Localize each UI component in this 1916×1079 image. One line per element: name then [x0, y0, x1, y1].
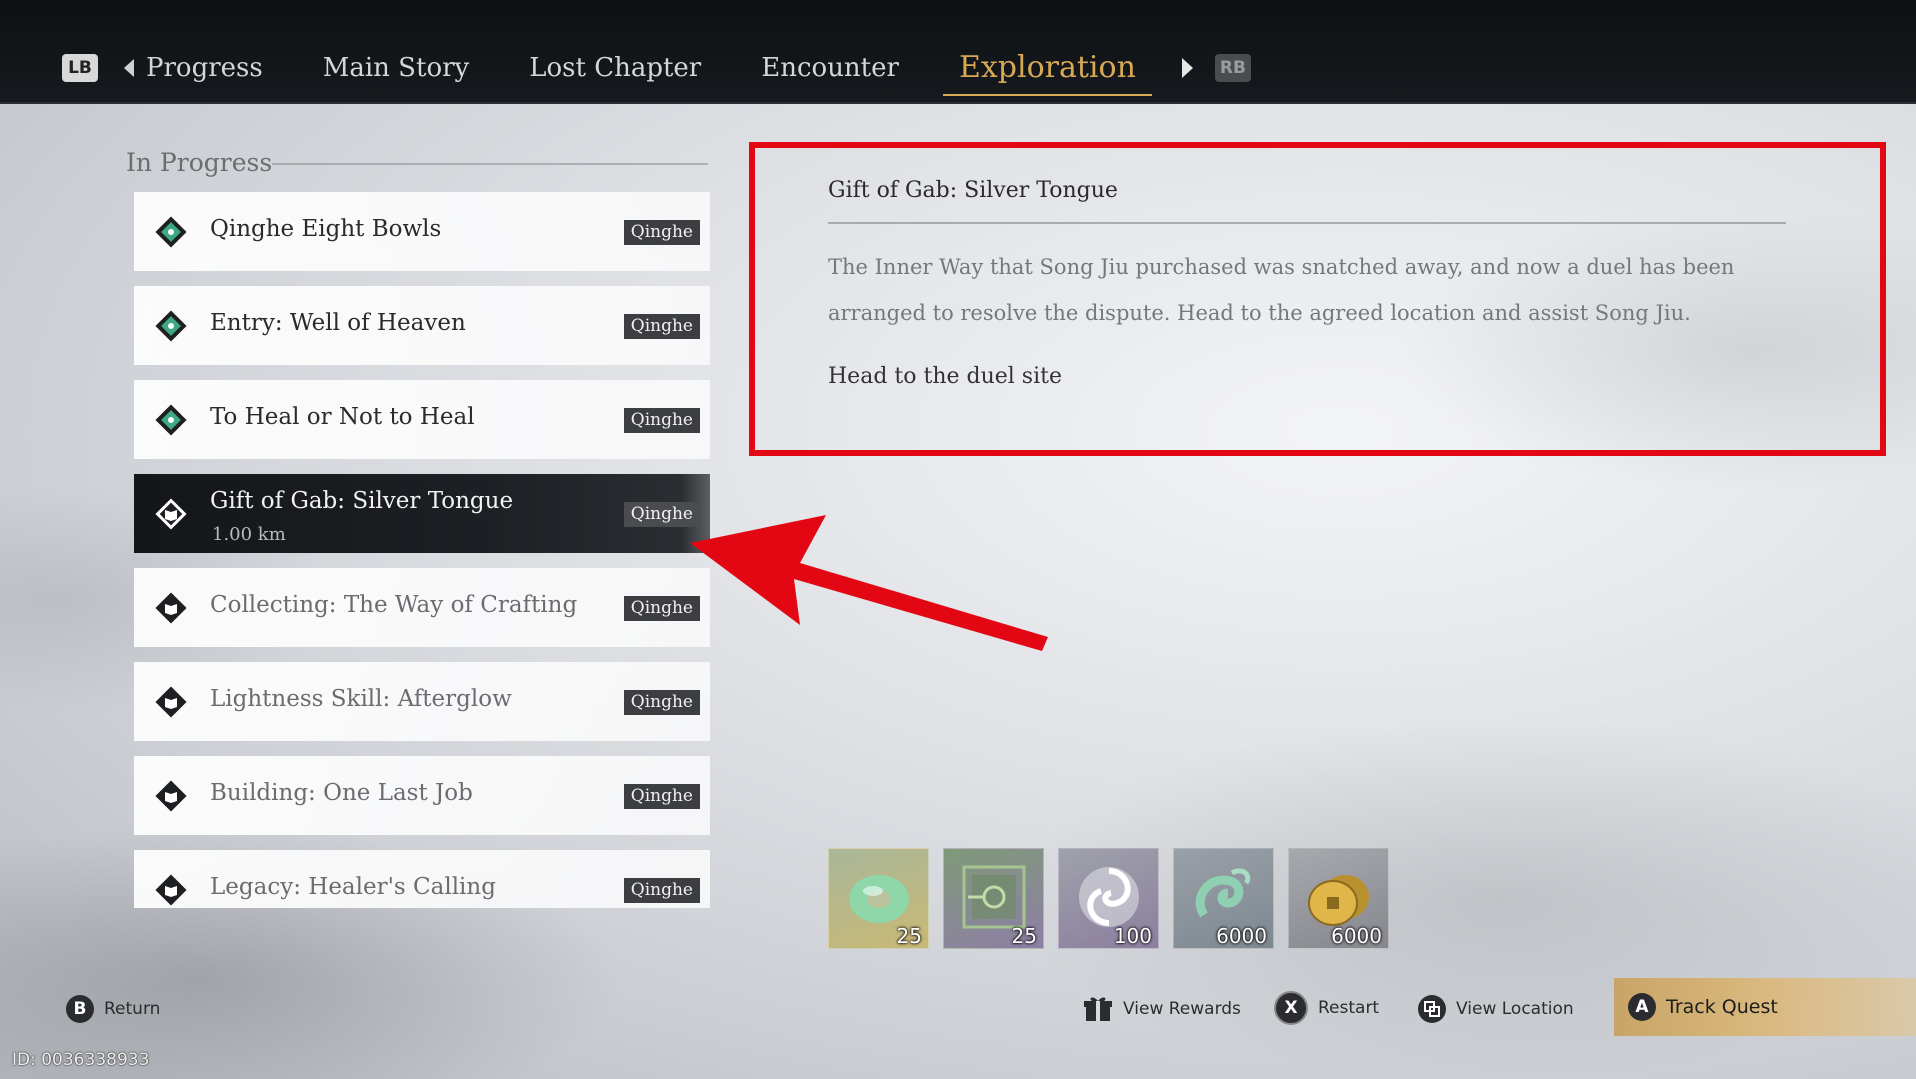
region-tag: Qinghe — [623, 784, 700, 809]
reward-slot[interactable]: 6000 — [1288, 848, 1389, 949]
view-location-button[interactable]: View Location — [1418, 995, 1574, 1023]
region-tag: Qinghe — [623, 690, 700, 715]
quest-title: Collecting: The Way of Crafting — [210, 592, 578, 618]
view-rewards-label: View Rewards — [1123, 999, 1241, 1019]
quest-book-diamond-icon — [155, 686, 187, 718]
quest-diamond-icon — [155, 216, 187, 248]
a-button-icon: A — [1628, 993, 1656, 1021]
region-tag: Qinghe — [623, 878, 700, 903]
b-button-icon: B — [66, 995, 94, 1023]
lb-button[interactable]: LB — [62, 54, 98, 82]
quest-title: Gift of Gab: Silver Tongue — [210, 488, 514, 514]
tab-lost-chapter[interactable]: Lost Chapter — [499, 48, 731, 88]
return-label: Return — [104, 999, 161, 1019]
reward-slot[interactable]: 25 — [943, 848, 1044, 949]
tab-main-story[interactable]: Main Story — [293, 48, 499, 88]
region-tag: Qinghe — [623, 596, 700, 621]
quest-book-diamond-icon — [155, 592, 187, 624]
quest-title: Qinghe Eight Bowls — [210, 216, 442, 242]
x-button-icon: X — [1274, 991, 1308, 1025]
view-button-icon — [1418, 995, 1446, 1023]
quest-item-collecting-way-of-crafting[interactable]: Collecting: The Way of Crafting Qinghe — [134, 568, 710, 647]
tab-encounter[interactable]: Encounter — [731, 48, 929, 88]
quest-item-lightness-skill-afterglow[interactable]: Lightness Skill: Afterglow Qinghe — [134, 662, 710, 741]
reward-quantity: 6000 — [1331, 924, 1382, 948]
track-quest-label: Track Quest — [1666, 996, 1778, 1018]
tab-progress[interactable]: Progress — [146, 48, 293, 88]
reward-quantity: 25 — [896, 924, 922, 948]
detail-description: The Inner Way that Song Jiu purchased wa… — [828, 255, 1735, 325]
track-quest-button[interactable]: A Track Quest — [1614, 978, 1916, 1036]
reward-slot[interactable]: 25 — [828, 848, 929, 949]
view-rewards-button[interactable]: View Rewards — [1083, 995, 1241, 1023]
reward-quantity: 25 — [1011, 924, 1037, 948]
overlap-squares-icon — [1424, 1001, 1440, 1017]
quest-item-building-one-last-job[interactable]: Building: One Last Job Qinghe — [134, 756, 710, 835]
quest-item-entry-well-of-heaven[interactable]: Entry: Well of Heaven Qinghe — [134, 286, 710, 365]
region-tag: Qinghe — [623, 408, 700, 433]
rewards-row: 25 25 100 6000 6000 — [828, 848, 1389, 949]
view-location-label: View Location — [1456, 999, 1574, 1019]
rb-button[interactable]: RB — [1214, 54, 1251, 82]
quest-diamond-icon — [155, 404, 187, 436]
red-arrow-annotation — [690, 515, 1048, 651]
reward-quantity: 100 — [1113, 924, 1152, 948]
return-button[interactable]: B Return — [66, 995, 160, 1023]
player-id: ID: 0036338933 — [12, 1050, 150, 1070]
quest-item-qinghe-eight-bowls[interactable]: Qinghe Eight Bowls Qinghe — [134, 192, 710, 271]
quest-book-diamond-icon — [155, 780, 187, 812]
restart-button[interactable]: X Restart — [1274, 991, 1379, 1025]
tab-exploration[interactable]: Exploration — [929, 48, 1166, 96]
reward-slot[interactable]: 6000 — [1173, 848, 1274, 949]
section-label-in-progress: In Progress — [126, 148, 273, 177]
quest-distance: 1.00 km — [212, 524, 286, 545]
quest-book-diamond-icon — [155, 874, 187, 906]
quest-diamond-icon — [155, 310, 187, 342]
top-navigation-bar: LB Progress Main Story Lost Chapter Enco… — [0, 0, 1916, 104]
region-tag: Qinghe — [623, 502, 700, 527]
region-tag: Qinghe — [623, 220, 700, 245]
quest-book-diamond-icon — [155, 498, 187, 530]
reward-quantity: 6000 — [1216, 924, 1267, 948]
category-tabs: LB Progress Main Story Lost Chapter Enco… — [62, 48, 1251, 96]
quest-item-gift-of-gab-selected[interactable]: Gift of Gab: Silver Tongue 1.00 km Qingh… — [134, 474, 710, 553]
quest-title: Entry: Well of Heaven — [210, 310, 466, 336]
quest-title: Legacy: Healer's Calling — [210, 874, 496, 900]
gift-icon — [1084, 997, 1112, 1021]
quest-title: Lightness Skill: Afterglow — [210, 686, 512, 712]
quest-title: Building: One Last Job — [210, 780, 473, 806]
arrow-right-icon — [1181, 58, 1193, 78]
arrow-left-icon — [124, 59, 134, 77]
quest-item-to-heal-or-not-to-heal[interactable]: To Heal or Not to Heal Qinghe — [134, 380, 710, 459]
section-divider — [272, 163, 708, 165]
detail-title: Gift of Gab: Silver Tongue — [828, 178, 1118, 203]
detail-divider — [828, 222, 1786, 224]
region-tag: Qinghe — [623, 314, 700, 339]
quest-title: To Heal or Not to Heal — [210, 404, 475, 430]
restart-label: Restart — [1318, 998, 1380, 1018]
quest-list: Qinghe Eight Bowls Qinghe Entry: Well of… — [134, 192, 710, 908]
detail-objective: Head to the duel site — [828, 364, 1062, 389]
quest-item-legacy-healers-calling[interactable]: Legacy: Healer's Calling Qinghe — [134, 850, 710, 908]
reward-slot[interactable]: 100 — [1058, 848, 1159, 949]
